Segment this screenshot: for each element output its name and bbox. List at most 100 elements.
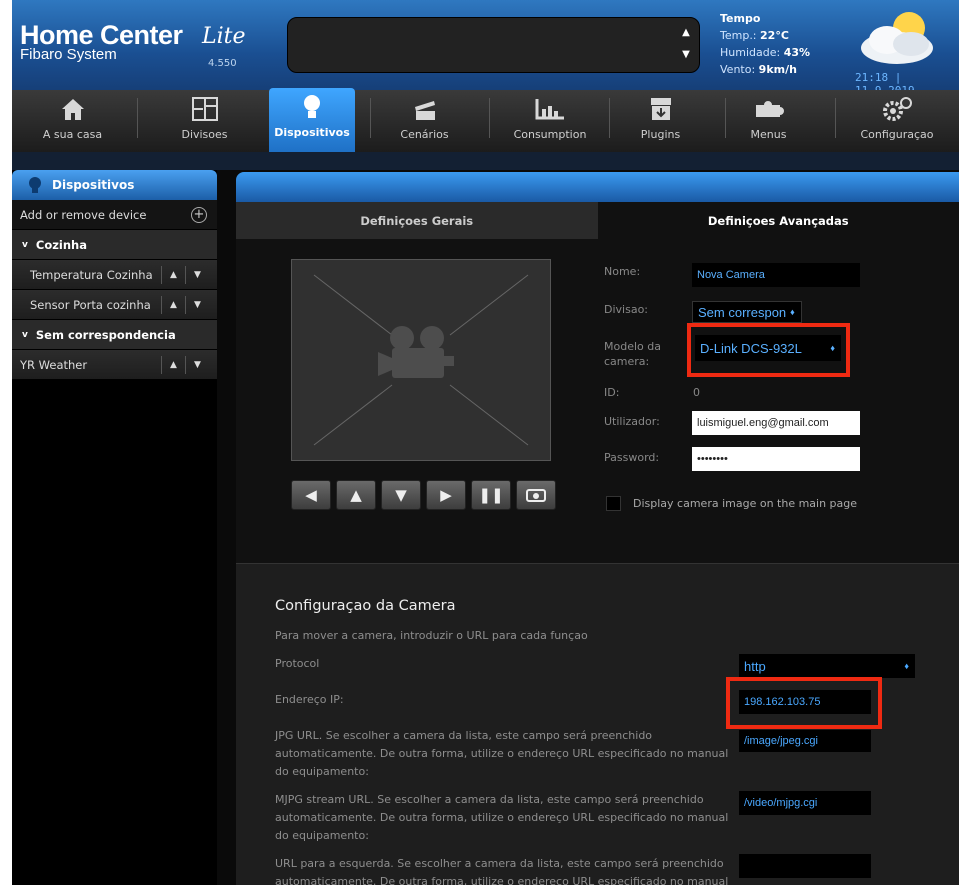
move-down-icon[interactable]: ▼	[185, 266, 209, 284]
main-nav: A sua casa Divisoes Dispositivos Cenário…	[12, 88, 959, 154]
chevron-down-icon: v	[22, 329, 28, 340]
main-panel: Definiçoes Gerais Definiçoes Avançadas ◀…	[236, 172, 959, 885]
chevron-up-icon[interactable]: ▲	[679, 22, 693, 44]
password-input[interactable]: ••••••••	[692, 447, 860, 471]
nav-home-label: A sua casa	[42, 128, 103, 141]
select-arrows-icon: ♦	[830, 343, 835, 353]
weather-title: Tempo	[720, 12, 761, 25]
sidebar-device[interactable]: Sensor Porta cozinha ▲ ▼	[12, 290, 217, 320]
clapper-icon	[414, 101, 435, 120]
tilt-down-button[interactable]: ▼	[381, 480, 421, 510]
name-input[interactable]: Nova Camera	[692, 263, 860, 287]
mjpg-url-input[interactable]: /video/mjpg.cgi	[739, 791, 871, 815]
camera-panel: ◀ ▲ ▼ ▶ ❚❚ Nome: Nova Camera Divisao: Se…	[236, 239, 959, 563]
notification-scroll[interactable]: ▲ ▼	[679, 22, 693, 66]
wind-label: Vento:	[720, 63, 756, 76]
move-up-icon[interactable]: ▲	[161, 266, 185, 284]
nav-settings[interactable]: Configuraçao	[838, 90, 956, 152]
temp-value: 22°C	[760, 29, 789, 42]
add-device-row[interactable]: Add or remove device +	[12, 200, 217, 230]
logo-subtitle: Fibaro System	[20, 46, 117, 63]
snapshot-button[interactable]	[516, 480, 556, 510]
pan-left-button[interactable]: ◀	[291, 480, 331, 510]
tab-general[interactable]: Definiçoes Gerais	[236, 202, 598, 239]
plus-icon[interactable]: +	[191, 207, 207, 223]
nav-scenes-label: Cenários	[400, 128, 449, 141]
device-label: Sensor Porta cozinha	[30, 297, 151, 312]
nav-rooms-label: Divisoes	[181, 128, 228, 141]
camera-icon	[526, 489, 546, 502]
ip-label: Endereço IP:	[275, 693, 344, 706]
nav-scenes[interactable]: Cenários	[372, 90, 477, 152]
move-down-icon[interactable]: ▼	[185, 296, 209, 314]
nav-menus[interactable]: Menus	[716, 90, 821, 152]
pan-right-button[interactable]: ▶	[426, 480, 466, 510]
chevron-down-icon[interactable]: ▼	[679, 44, 693, 66]
user-label: Utilizador:	[604, 415, 660, 428]
sidebar-device[interactable]: Temperatura Cozinha ▲ ▼	[12, 260, 217, 290]
nav-devices-label: Dispositivos	[274, 126, 350, 139]
config-intro: Para mover a camera, introduzir o URL pa…	[275, 629, 588, 642]
sidebar-header: Dispositivos	[12, 170, 217, 200]
password-label: Password:	[604, 451, 660, 464]
bulb-icon	[304, 95, 320, 118]
nav-consumption[interactable]: Consumption	[490, 90, 610, 152]
nav-devices[interactable]: Dispositivos	[269, 88, 355, 154]
protocol-value: http	[744, 658, 766, 674]
humidity-label: Humidade:	[720, 46, 781, 59]
group-label: Sem correspondencia	[35, 327, 176, 342]
nav-menus-label: Menus	[750, 128, 787, 141]
tilt-up-button[interactable]: ▲	[336, 480, 376, 510]
id-label: ID:	[604, 386, 620, 399]
app-window: Home Center Lite Fibaro System 4.550 ▲ ▼…	[12, 0, 959, 885]
move-up-icon[interactable]: ▲	[161, 356, 185, 374]
jpg-url-input[interactable]: /image/jpeg.cgi	[739, 730, 871, 752]
notification-panel: ▲ ▼	[287, 17, 700, 73]
room-label: Divisao:	[604, 303, 648, 316]
user-input[interactable]: luismiguel.eng@gmail.com	[692, 411, 860, 435]
model-label: Modelo da camera:	[604, 340, 661, 368]
main-page-checkbox[interactable]	[606, 496, 621, 511]
id-value: 0	[693, 386, 700, 399]
nav-home[interactable]: A sua casa	[20, 90, 125, 152]
ip-input[interactable]: 198.162.103.75	[739, 690, 871, 714]
bulb-icon	[29, 177, 41, 193]
group-label: Cozinha	[35, 237, 87, 252]
protocol-select[interactable]: http ♦	[739, 654, 915, 678]
gears-icon	[883, 97, 912, 121]
pause-button[interactable]: ❚❚	[471, 480, 511, 510]
protocol-label: Protocol	[275, 657, 320, 670]
name-label: Nome:	[604, 265, 641, 278]
move-down-icon[interactable]: ▼	[185, 356, 209, 374]
main-page-label: Display camera image on the main page	[633, 497, 858, 510]
left-url-input[interactable]	[739, 854, 871, 878]
model-select[interactable]: D-Link DCS-932L ♦	[695, 335, 841, 361]
weather-widget: Tempo Temp.: 22°C Humidade: 43% Vento: 9…	[720, 10, 810, 78]
header: Home Center Lite Fibaro System 4.550 ▲ ▼…	[12, 0, 959, 97]
add-device-label: Add or remove device	[20, 207, 147, 222]
nav-plugins[interactable]: Plugins	[608, 90, 713, 152]
room-select[interactable]: Sem correspon ♦	[692, 301, 802, 323]
sidebar-group-cozinha[interactable]: v Cozinha	[12, 230, 217, 260]
room-value: Sem correspon	[698, 304, 787, 320]
house-icon	[61, 99, 84, 120]
nav-rooms[interactable]: Divisoes	[152, 90, 257, 152]
sub-bar	[12, 152, 959, 170]
rooms-icon	[191, 97, 218, 121]
move-up-icon[interactable]: ▲	[161, 296, 185, 314]
nav-consumption-label: Consumption	[513, 128, 587, 141]
box-icon	[650, 98, 671, 120]
settings-tabs: Definiçoes Gerais Definiçoes Avançadas	[236, 202, 959, 239]
chart-icon	[535, 99, 564, 120]
jpg-url-label: JPG URL. Se escolher a camera da lista, …	[275, 729, 729, 778]
sidebar-group-sem-correspondencia[interactable]: v Sem correspondencia	[12, 320, 217, 350]
mjpg-url-label: MJPG stream URL. Se escolher a camera da…	[275, 793, 729, 842]
weather-cloud-icon	[861, 12, 933, 64]
logo-lite: Lite	[202, 24, 246, 49]
sidebar-device[interactable]: YR Weather ▲ ▼	[12, 350, 217, 380]
device-label: Temperatura Cozinha	[30, 267, 153, 282]
tab-advanced[interactable]: Definiçoes Avançadas	[597, 202, 959, 239]
puzzle-icon	[755, 101, 784, 117]
nav-settings-label: Configuraçao	[860, 128, 934, 141]
config-title: Configuraçao da Camera	[275, 598, 456, 614]
